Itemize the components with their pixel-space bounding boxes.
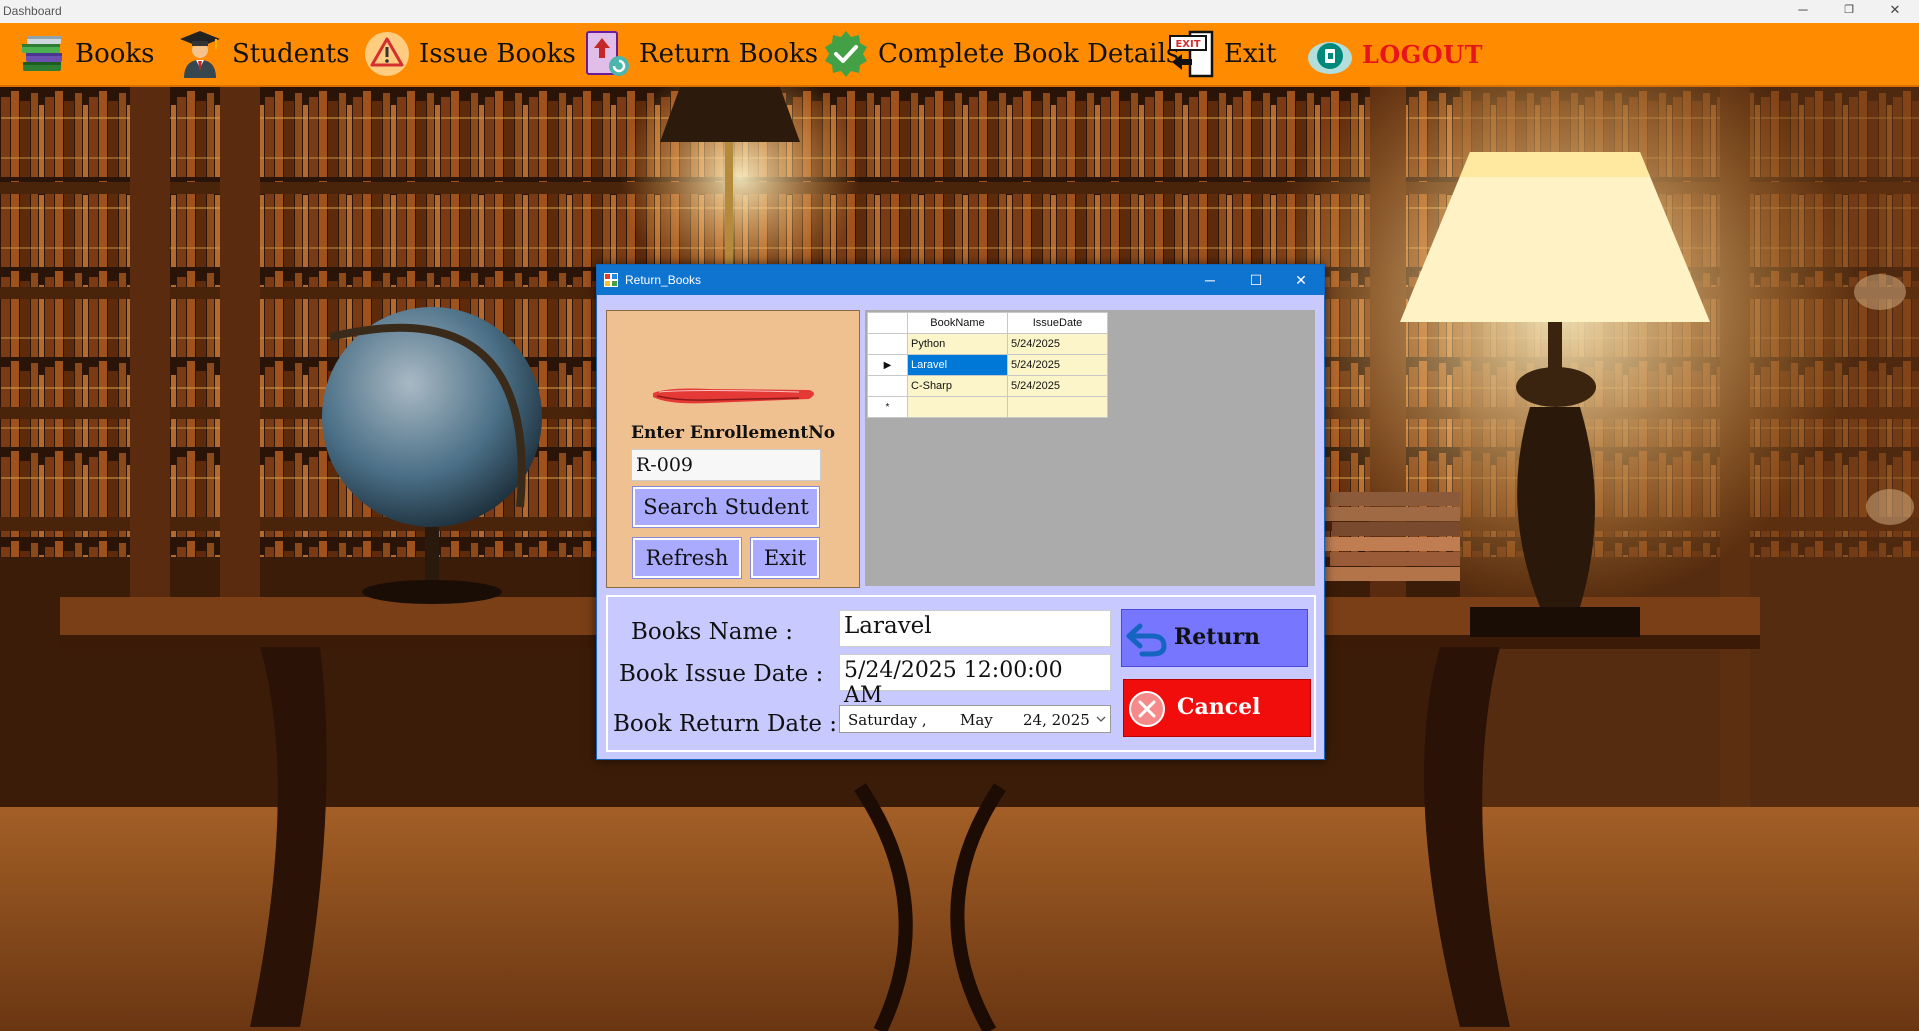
menu-return-books-label: Return Books: [639, 39, 819, 69]
return-date-day-year: 24, 2025: [1023, 711, 1090, 729]
row-header-current-indicator[interactable]: ▶: [867, 354, 908, 376]
grid-cell-bookname[interactable]: Laravel: [907, 354, 1008, 376]
enrollment-input[interactable]: R-009: [631, 449, 821, 481]
issued-books-grid[interactable]: BookName IssueDate Python 5/24/2025 ▶ La…: [867, 312, 1108, 418]
grid-cell-empty[interactable]: [1007, 396, 1108, 418]
refresh-button[interactable]: Refresh: [632, 537, 742, 579]
grid-cell-issuedate[interactable]: 5/24/2025: [1007, 354, 1108, 376]
dialog-maximize-button[interactable]: ☐: [1233, 265, 1279, 295]
menu-complete-book-details-label: Complete Book Details: [878, 39, 1180, 69]
return-date-picker[interactable]: Saturday , May 24, 2025: [839, 705, 1111, 733]
search-student-button[interactable]: Search Student: [632, 486, 820, 528]
student-search-panel: Enter EnrollementNo R-009 Search Student…: [606, 310, 860, 588]
warning-icon: [365, 32, 409, 76]
return-button[interactable]: Return: [1121, 609, 1308, 667]
logout-globe-icon: [1308, 42, 1352, 74]
menu-books[interactable]: Books: [17, 23, 155, 85]
svg-text:EXIT: EXIT: [1175, 39, 1200, 50]
menu-logout-label: LOGOUT: [1362, 39, 1483, 69]
enrollment-label: Enter EnrollementNo: [631, 423, 836, 443]
book-name-field[interactable]: Laravel: [839, 610, 1111, 647]
red-book-icon: [653, 388, 814, 404]
menu-exit[interactable]: EXIT Exit: [1166, 23, 1276, 85]
window-title: Dashboard: [3, 4, 62, 18]
return-books-dialog: Return_Books ─ ☐ ✕ Enter EnrollementNo R…: [596, 264, 1325, 760]
main-menu-bar: Books Students Issue Books Return Books: [0, 23, 1919, 87]
exit-button[interactable]: Exit: [750, 537, 820, 579]
window-minimize-button[interactable]: ─: [1780, 0, 1826, 23]
issued-books-grid-panel: BookName IssueDate Python 5/24/2025 ▶ La…: [865, 310, 1315, 586]
return-date-label: Book Return Date :: [613, 711, 838, 737]
form-app-icon: [604, 273, 618, 287]
issue-date-value: 5/24/2025 12:00:00 AM: [844, 658, 1063, 708]
return-date-weekday: Saturday ,: [848, 711, 927, 729]
menu-books-label: Books: [75, 39, 155, 69]
dialog-minimize-button[interactable]: ─: [1187, 265, 1233, 295]
books-stack-icon: [22, 36, 62, 71]
graduate-student-icon: [180, 31, 220, 78]
cancel-button-label: Cancel: [1177, 694, 1261, 720]
menu-exit-label: Exit: [1224, 39, 1277, 69]
row-header[interactable]: [867, 375, 908, 397]
dialog-close-button[interactable]: ✕: [1278, 265, 1324, 295]
return-button-label: Return: [1174, 624, 1261, 650]
check-badge-icon: [825, 31, 867, 77]
grid-header-bookname[interactable]: BookName: [907, 312, 1008, 334]
return-book-icon: [586, 31, 629, 76]
issue-date-field[interactable]: 5/24/2025 12:00:00 AM: [839, 654, 1111, 708]
book-name-value: Laravel: [844, 613, 932, 639]
menu-issue-books-label: Issue Books: [419, 39, 576, 69]
enrollment-input-value: R-009: [636, 454, 693, 476]
dialog-titlebar: Return_Books ─ ☐ ✕: [597, 265, 1324, 295]
grid-cell-bookname[interactable]: Python: [907, 333, 1008, 355]
undo-arrow-icon: [1126, 623, 1167, 657]
issue-date-label: Book Issue Date :: [619, 661, 824, 687]
grid-new-row[interactable]: *: [867, 396, 1108, 418]
return-details-panel: Books Name : Book Issue Date : Book Retu…: [606, 595, 1316, 752]
grid-cell-bookname[interactable]: C-Sharp: [907, 375, 1008, 397]
grid-row-selected[interactable]: ▶ Laravel 5/24/2025: [867, 354, 1108, 376]
grid-row[interactable]: C-Sharp 5/24/2025: [867, 375, 1108, 397]
menu-complete-book-details[interactable]: Complete Book Details: [820, 23, 1179, 85]
book-name-label: Books Name :: [631, 619, 793, 645]
grid-cell-empty[interactable]: [907, 396, 1008, 418]
grid-cell-issuedate[interactable]: 5/24/2025: [1007, 375, 1108, 397]
cancel-circle-icon: [1129, 691, 1165, 727]
exit-door-icon: EXIT: [1169, 30, 1214, 78]
grid-cell-issuedate[interactable]: 5/24/2025: [1007, 333, 1108, 355]
return-date-month: May: [960, 711, 993, 729]
menu-return-books[interactable]: Return Books: [581, 23, 818, 85]
window-titlebar: Dashboard ─ ❐ ✕: [0, 0, 1919, 24]
grid-header-issuedate[interactable]: IssueDate: [1007, 312, 1108, 334]
grid-row[interactable]: Python 5/24/2025: [867, 333, 1108, 355]
cancel-button[interactable]: Cancel: [1123, 679, 1311, 737]
window-close-button[interactable]: ✕: [1872, 0, 1918, 23]
grid-corner-header: [867, 312, 908, 334]
window-restore-button[interactable]: ❐: [1826, 0, 1872, 23]
menu-logout[interactable]: LOGOUT: [1304, 23, 1483, 85]
menu-students[interactable]: Students: [174, 23, 350, 85]
menu-students-label: Students: [232, 39, 350, 69]
dialog-title: Return_Books: [625, 273, 702, 287]
menu-issue-books[interactable]: Issue Books: [361, 23, 576, 85]
chevron-down-icon[interactable]: [1096, 716, 1106, 723]
new-row-marker[interactable]: *: [867, 396, 908, 418]
row-header[interactable]: [867, 333, 908, 355]
